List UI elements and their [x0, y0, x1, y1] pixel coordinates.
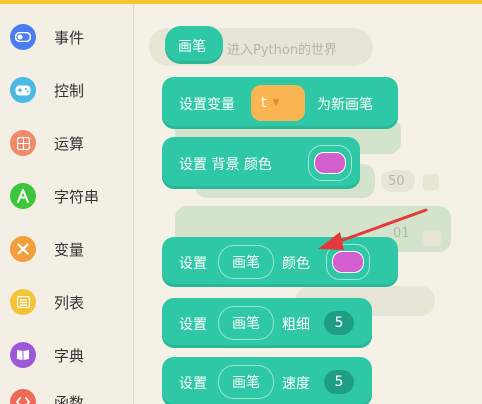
- pen-target-slot[interactable]: 画笔: [218, 365, 274, 399]
- variable-name: t: [261, 95, 267, 111]
- sidebar-item-label: 控制: [54, 81, 85, 100]
- ghost-block-text: 进入Python的世界: [227, 43, 338, 58]
- annotation-arrow-icon: [318, 208, 428, 250]
- color-swatch: [314, 152, 346, 174]
- list-icon: [10, 289, 36, 315]
- pen-hat-block[interactable]: 画笔: [165, 26, 223, 64]
- sidebar-item-lists[interactable]: 列表: [0, 282, 134, 322]
- pen-speed-input[interactable]: 5: [324, 370, 354, 394]
- pen-target-slot[interactable]: 画笔: [218, 245, 274, 279]
- block-label: 画笔: [178, 39, 206, 55]
- toggle-icon: [10, 24, 36, 50]
- category-sidebar: 事件 控制 运算 字符串 变量 列表 字典 函数: [0, 4, 134, 404]
- set-pen-speed-block[interactable]: 设置 画笔 速度 5: [162, 357, 372, 404]
- sidebar-item-label: 变量: [54, 240, 85, 259]
- chevron-down-icon: ▼: [272, 98, 280, 108]
- letter-a-icon: [10, 183, 36, 209]
- pen-speed-value: 5: [334, 374, 344, 390]
- block-label: 设置: [179, 376, 207, 392]
- variable-dropdown[interactable]: t ▼: [251, 85, 305, 121]
- sidebar-item-operators[interactable]: 运算: [0, 123, 134, 163]
- pen-target-label: 画笔: [232, 375, 260, 391]
- pen-target-label: 画笔: [232, 255, 260, 271]
- set-pen-size-block[interactable]: 设置 画笔 粗细 5: [162, 298, 372, 348]
- code-workspace[interactable]: 进入Python的世界 50 01 画笔 设置变量 t ▼ 为新画笔 设置 背景…: [135, 4, 482, 404]
- block-label: 设置: [179, 317, 207, 333]
- sidebar-item-label: 字符串: [54, 187, 100, 206]
- sidebar-item-label: 字典: [54, 346, 85, 365]
- pen-size-input[interactable]: 5: [324, 311, 354, 335]
- block-label: 速度: [282, 376, 310, 392]
- ghost-number: 50: [388, 174, 405, 189]
- book-icon: [10, 342, 36, 368]
- block-label: 颜色: [282, 256, 310, 272]
- pen-target-slot[interactable]: 画笔: [218, 306, 274, 340]
- block-label: 设置 背景 颜色: [179, 157, 272, 173]
- block-label: 为新画笔: [317, 97, 373, 113]
- plus-icon: [411, 292, 429, 310]
- sidebar-item-control[interactable]: 控制: [0, 70, 134, 110]
- gamepad-icon: [10, 77, 36, 103]
- sidebar-item-variables[interactable]: 变量: [0, 229, 134, 269]
- x-icon: [10, 236, 36, 262]
- sidebar-item-dictionaries[interactable]: 字典: [0, 335, 134, 375]
- plus-icon: [423, 174, 439, 190]
- sidebar-item-label: 事件: [54, 28, 85, 47]
- block-label: 设置: [179, 256, 207, 272]
- block-label: 粗细: [282, 317, 310, 333]
- pen-target-label: 画笔: [232, 316, 260, 332]
- sidebar-item-functions[interactable]: 函数: [0, 382, 134, 404]
- set-variable-block[interactable]: 设置变量 t ▼ 为新画笔: [162, 77, 398, 129]
- pen-size-value: 5: [334, 315, 344, 331]
- block-label: 设置变量: [179, 97, 235, 113]
- sidebar-item-strings[interactable]: 字符串: [0, 176, 134, 216]
- sidebar-item-label: 函数: [54, 393, 85, 404]
- sidebar-item-events[interactable]: 事件: [0, 17, 134, 57]
- set-background-color-block[interactable]: 设置 背景 颜色: [162, 137, 360, 189]
- sidebar-item-label: 列表: [54, 293, 85, 312]
- code-icon: [10, 389, 36, 404]
- color-picker[interactable]: [308, 145, 352, 181]
- sidebar-item-label: 运算: [54, 134, 85, 153]
- calculator-icon: [10, 130, 36, 156]
